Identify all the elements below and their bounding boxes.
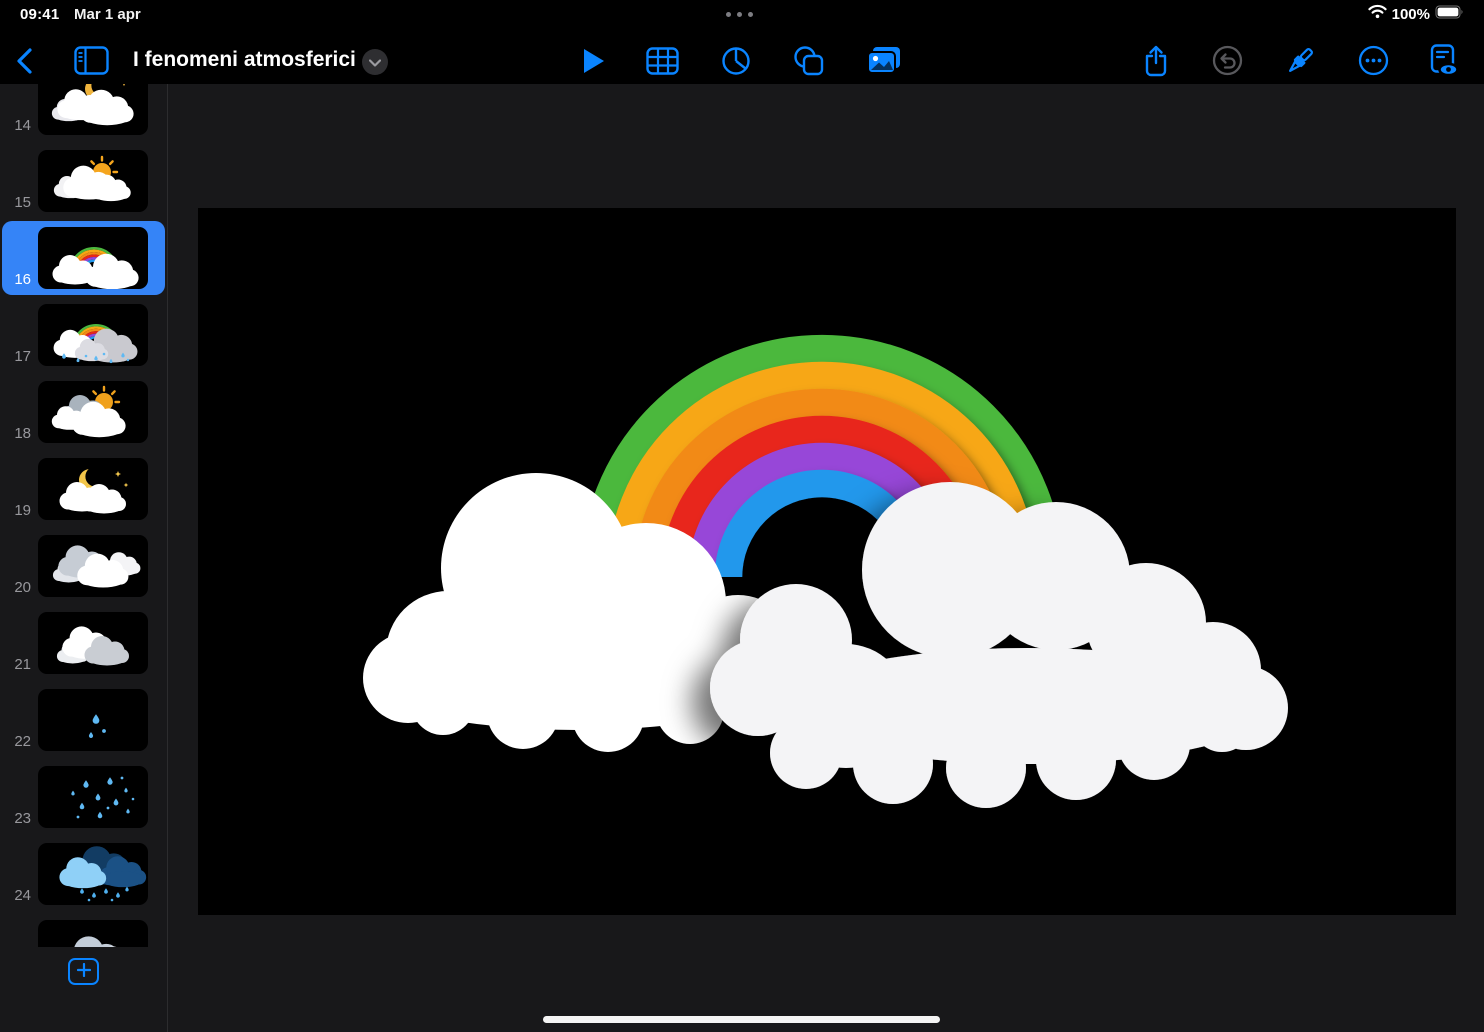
multitask-dots-icon[interactable] — [726, 12, 753, 17]
battery-percent: 100% — [1392, 6, 1430, 23]
chart-icon — [721, 46, 751, 79]
back-icon — [14, 47, 36, 78]
play-icon — [582, 47, 606, 78]
slide-thumbnail-clouds-partial[interactable] — [38, 920, 148, 947]
slide-editor[interactable] — [198, 208, 1456, 915]
format-button[interactable] — [1283, 45, 1317, 79]
back-button[interactable] — [8, 45, 42, 79]
insert-media-button[interactable] — [867, 45, 901, 79]
slide-thumbnail-row-21[interactable]: 21 — [0, 612, 167, 689]
slide-thumbnail-row-18[interactable]: 18 — [0, 381, 167, 458]
status-right: 100% — [1368, 4, 1464, 24]
slide-navigator: 14 15 16 17 18 19 20 21 22 23 24 25 — [0, 84, 168, 1032]
slide-thumbnail-rain-heavy[interactable] — [38, 766, 148, 828]
more-button[interactable] — [1356, 45, 1390, 79]
title-dropdown-button[interactable] — [362, 49, 388, 75]
insert-chart-button[interactable] — [719, 45, 753, 79]
home-indicator[interactable] — [543, 1016, 940, 1023]
table-icon — [646, 47, 679, 78]
battery-icon — [1435, 5, 1464, 24]
slide-number: 23 — [0, 810, 31, 827]
slide-thumbnail-row-17[interactable]: 17 — [0, 304, 167, 381]
slide-number: 19 — [0, 502, 31, 519]
status-date: Mar 1 apr — [74, 6, 141, 23]
view-options-icon — [74, 46, 109, 78]
status-time: 09:41 — [20, 6, 59, 23]
slide-thumbnail-gray-clouds[interactable] — [38, 535, 148, 597]
slide-thumbnail-clouds[interactable] — [38, 612, 148, 674]
slide-canvas-area — [169, 84, 1484, 1032]
view-options-button[interactable] — [74, 45, 108, 79]
ipad-screen: 09:41 Mar 1 apr 100% — [0, 0, 1484, 1032]
slide-number: 22 — [0, 733, 31, 750]
undo-button[interactable] — [1210, 45, 1244, 79]
slide-thumbnail-row-20[interactable]: 20 — [0, 535, 167, 612]
slide-thumbnail-row-23[interactable]: 23 — [0, 766, 167, 843]
slide-thumbnail-row-22[interactable]: 22 — [0, 689, 167, 766]
format-brush-icon — [1284, 45, 1316, 80]
slide-thumbnail-moon-clouds[interactable] — [38, 84, 148, 135]
slide-thumbnail-row-24[interactable]: 24 — [0, 843, 167, 920]
presenter-notes-button[interactable] — [1426, 45, 1460, 79]
media-icon — [867, 46, 901, 78]
more-icon — [1358, 45, 1389, 79]
plus-icon — [77, 963, 91, 980]
presenter-notes-icon — [1426, 44, 1460, 81]
chevron-down-icon — [369, 55, 381, 70]
slide-thumbnail-row-25[interactable]: 25 — [0, 920, 167, 947]
slide-thumbnail-row-19[interactable]: 19 — [0, 458, 167, 535]
slide-thumbnail-moon-stars-clouds[interactable] — [38, 458, 148, 520]
share-icon — [1143, 45, 1169, 80]
slide-thumbnail-rainbow-rain[interactable] — [38, 304, 148, 366]
shapes-icon — [793, 46, 825, 79]
document-title[interactable]: I fenomeni atmosferici — [133, 48, 356, 72]
slide-thumbnail-sun-clouds[interactable] — [38, 150, 148, 212]
insert-table-button[interactable] — [645, 45, 679, 79]
slide-number: 14 — [0, 117, 31, 134]
slide-thumbnail-storm-rain[interactable] — [38, 843, 148, 905]
rainbow-clouds-artwork[interactable] — [198, 208, 1456, 915]
slide-number: 18 — [0, 425, 31, 442]
share-button[interactable] — [1139, 45, 1173, 79]
header: 09:41 Mar 1 apr 100% — [0, 0, 1484, 84]
slide-number: 24 — [0, 887, 31, 904]
slide-number: 20 — [0, 579, 31, 596]
slide-thumbnail-row-14[interactable]: 14 — [0, 84, 167, 150]
slide-number: 15 — [0, 194, 31, 211]
add-slide-button[interactable] — [68, 958, 99, 985]
play-button[interactable] — [577, 45, 611, 79]
slide-list: 14 15 16 17 18 19 20 21 22 23 24 25 — [0, 84, 167, 947]
slide-thumbnail-row-16[interactable]: 16 — [0, 227, 167, 304]
slide-thumbnail-sun-gray-clouds[interactable] — [38, 381, 148, 443]
undo-icon — [1212, 45, 1243, 79]
slide-number: 21 — [0, 656, 31, 673]
insert-shape-button[interactable] — [792, 45, 826, 79]
slide-thumbnail-rain-light[interactable] — [38, 689, 148, 751]
slide-thumbnail-row-15[interactable]: 15 — [0, 150, 167, 227]
slide-number: 17 — [0, 348, 31, 365]
slide-thumbnail-rainbow-clouds[interactable] — [38, 227, 148, 289]
slide-number: 16 — [0, 271, 31, 288]
wifi-icon — [1368, 4, 1387, 24]
